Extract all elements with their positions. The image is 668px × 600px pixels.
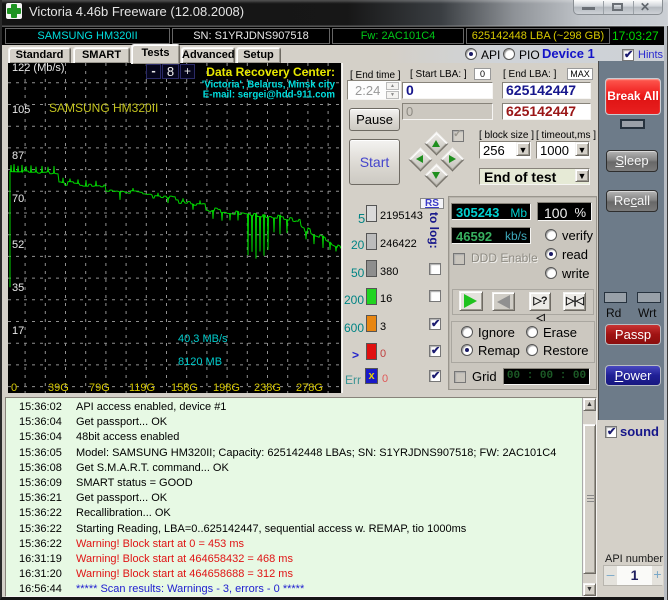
svg-text:Data Recovery Center:: Data Recovery Center:: [206, 65, 335, 79]
svg-text:278G: 278G: [296, 382, 323, 393]
svg-text:87: 87: [12, 150, 24, 162]
svg-text:70: 70: [12, 193, 24, 205]
svg-text:158G: 158G: [171, 382, 198, 393]
svg-text:8120 MB: 8120 MB: [178, 356, 222, 368]
svg-text:40,3 MB/s: 40,3 MB/s: [178, 333, 228, 345]
svg-text:35: 35: [12, 282, 24, 294]
svg-text:39G: 39G: [48, 382, 69, 393]
svg-text:119G: 119G: [129, 382, 155, 393]
svg-text:52: 52: [12, 239, 24, 251]
svg-text:198G: 198G: [213, 382, 240, 393]
svg-text:E-mail: sergei@hdd-911.com: E-mail: sergei@hdd-911.com: [203, 90, 336, 101]
svg-text:SAMSUNG HM320II: SAMSUNG HM320II: [49, 101, 158, 115]
svg-text:79G: 79G: [89, 382, 110, 393]
svg-text:17: 17: [12, 325, 24, 337]
svg-text:238G: 238G: [254, 382, 281, 393]
svg-text:0: 0: [11, 382, 17, 393]
svg-text:105: 105: [12, 104, 30, 116]
svg-text:122 (Mb/s): 122 (Mb/s): [12, 63, 65, 74]
